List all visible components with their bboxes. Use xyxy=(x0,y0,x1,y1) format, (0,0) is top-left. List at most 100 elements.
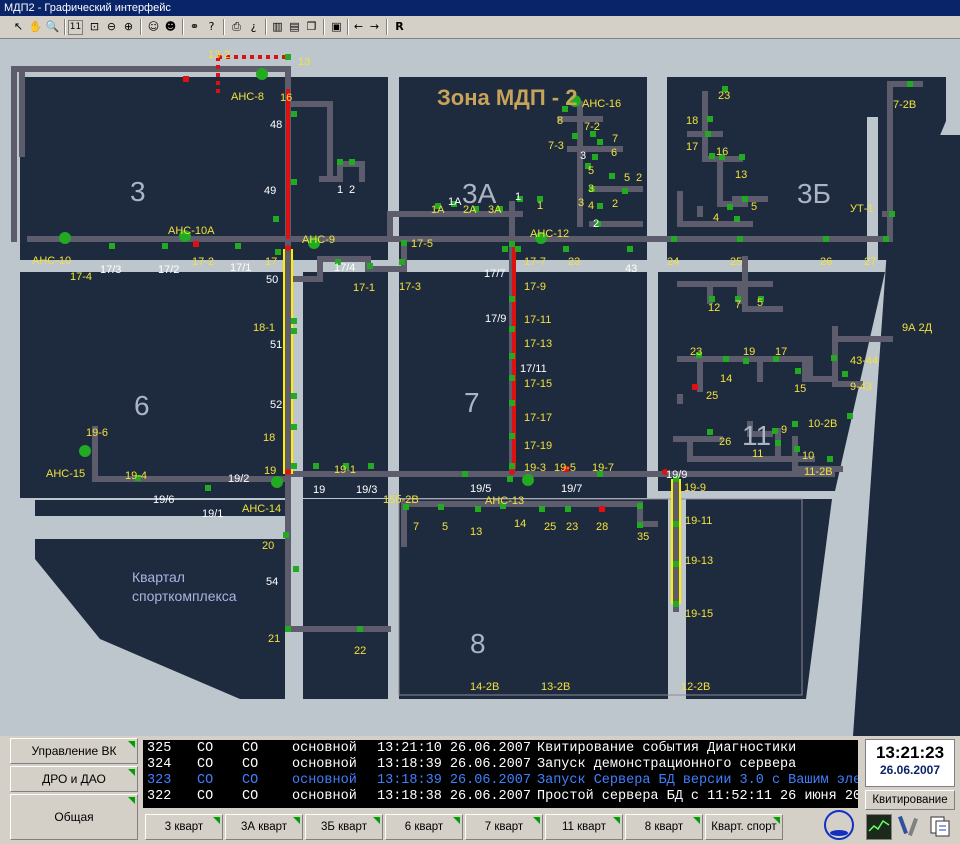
node-label: 17-2 xyxy=(192,256,214,268)
node-label: АНС-9 xyxy=(302,234,335,246)
zone-button-3[interactable]: 6 кварт xyxy=(385,814,463,840)
zoom-out-icon[interactable]: ⊖ xyxy=(103,18,120,35)
zone-button-label: 11 кварт xyxy=(562,821,606,833)
monitor-chart-icon[interactable] xyxy=(866,814,892,840)
node-label: 19-4 xyxy=(125,470,147,482)
pointer-icon[interactable]: ↖ xyxy=(10,18,27,35)
zone-button-4[interactable]: 7 кварт xyxy=(465,814,543,840)
binoculars-icon[interactable]: ⚭ xyxy=(186,18,203,35)
node-label: 23 xyxy=(568,256,580,268)
node-label: 5 xyxy=(624,172,630,184)
log-a: СО xyxy=(197,757,214,772)
layout-rows-icon[interactable]: ▤ xyxy=(286,18,303,35)
zone-button-1[interactable]: 3А кварт xyxy=(225,814,303,840)
clock-time: 13:21:23 xyxy=(875,743,945,762)
node-label: 1 xyxy=(537,200,543,212)
node-label: 17/7 xyxy=(484,268,505,280)
print-icon[interactable]: ⎙ xyxy=(228,18,245,35)
users-manage-icon[interactable]: ☻ xyxy=(162,18,179,35)
node-label: 15б-2В xyxy=(383,494,419,506)
node-label: 19 xyxy=(264,465,276,477)
log-time: 13:18:39 26.06.2007 xyxy=(377,757,531,772)
node-label: 17/2 xyxy=(158,264,179,276)
back-arrow-icon[interactable]: ← xyxy=(350,18,367,35)
node-label: 15 xyxy=(794,383,806,395)
nav-button-vk[interactable]: Управление ВК xyxy=(10,738,138,764)
quarter-label-3b: 3Б xyxy=(797,178,831,209)
node-label: 2 xyxy=(593,218,599,230)
node-label: 17-15 xyxy=(524,378,552,390)
quarter-label-11: 11 xyxy=(742,420,771,451)
log-type: основной xyxy=(292,757,357,772)
zone-button-7[interactable]: Кварт. спорт xyxy=(705,814,783,840)
zone-button-0[interactable]: 3 кварт xyxy=(145,814,223,840)
zone-button-5[interactable]: 11 кварт xyxy=(545,814,623,840)
log-msg: Запуск Сервера БД версии 3.0 с Вашим эле xyxy=(537,773,858,788)
toolbar: ↖ ✋ 🔍 11 ⊡ ⊖ ⊕ ☺ ☻ ⚭ ? ⎙ ¿ ▥ ▤ ❐ ▣ ← → R xyxy=(0,16,960,39)
node-label: 19-3 xyxy=(524,462,546,474)
quarter-label-6: 6 xyxy=(134,390,150,421)
node-label: 17-17 xyxy=(524,412,552,424)
node-label: 9 xyxy=(781,424,787,436)
node-label: 25 xyxy=(730,256,742,268)
quarter-label-3: 3 xyxy=(130,176,146,207)
node-label: 12-2В xyxy=(681,681,710,693)
users-icon[interactable]: ☺ xyxy=(145,18,162,35)
magnifier-icon[interactable]: 🔍 xyxy=(44,18,61,35)
log-msg: Запуск демонстрационного сервера xyxy=(537,757,797,772)
node-label: 7 xyxy=(735,299,741,311)
node-label: 7-2 xyxy=(584,121,600,133)
block-south-mid xyxy=(303,499,388,699)
zone-button-label: 8 кварт xyxy=(644,821,684,833)
log-type: основной xyxy=(292,789,357,804)
node-label: 18-1 xyxy=(253,322,275,334)
node-label: АНС-16 xyxy=(582,98,621,110)
zone-button-label: 3 кварт xyxy=(164,821,204,833)
layout-cascade-icon[interactable]: ❐ xyxy=(303,18,320,35)
zone-button-2[interactable]: 3Б кварт xyxy=(305,814,383,840)
refresh-button[interactable]: R xyxy=(391,18,408,35)
forward-arrow-icon[interactable]: → xyxy=(366,18,383,35)
acknowledge-button[interactable]: Квитирование xyxy=(865,790,955,810)
quarter-label-3a: 3А xyxy=(462,178,497,209)
zone-button-6[interactable]: 8 кварт xyxy=(625,814,703,840)
node-label: 7 xyxy=(612,133,618,145)
documents-icon[interactable] xyxy=(928,814,952,838)
node-label: 19/7 xyxy=(561,483,582,495)
network-schema[interactable]: 13-213АНС-8 164849 1 2АНС-10ААНС-9АНС-1017-… xyxy=(0,39,960,736)
node-label: 19/1 xyxy=(202,508,223,520)
node-label: 16 xyxy=(280,92,292,104)
quarter-label-7: 7 xyxy=(464,387,480,418)
node-label: 19-9 xyxy=(684,482,706,494)
info-icon[interactable]: ¿ xyxy=(245,18,262,35)
hint-icon[interactable]: ? xyxy=(203,18,220,35)
node-label: 1 xyxy=(337,184,343,196)
node-label: 5 xyxy=(757,297,763,309)
node-label: 18 xyxy=(686,115,698,127)
node-label: 19/2 xyxy=(228,473,249,485)
zone-button-label: 3А кварт xyxy=(240,821,288,833)
node-label: 26 xyxy=(719,436,731,448)
tools-icon[interactable] xyxy=(897,814,921,838)
monitor-icon[interactable]: ▣ xyxy=(328,18,345,35)
nav-button-dro[interactable]: ДРО и ДАО xyxy=(10,766,138,792)
node-label: 17/11 xyxy=(520,363,547,375)
node-label: 17/4 xyxy=(334,262,355,274)
event-log[interactable]: 325 СО СО основной 13:21:10 26.06.2007 Квитир… xyxy=(143,740,858,808)
zoom-fit-icon[interactable]: ⊡ xyxy=(86,18,103,35)
node-label: 7-3 xyxy=(548,140,564,152)
log-b: СО xyxy=(242,789,259,804)
node-label: 5 xyxy=(442,521,448,533)
node-label: 5 xyxy=(588,165,594,177)
node-label: 48 xyxy=(270,119,282,131)
hand-icon[interactable]: ✋ xyxy=(27,18,44,35)
nav-button-general[interactable]: Общая xyxy=(10,794,138,840)
layout-columns-icon[interactable]: ▥ xyxy=(269,18,286,35)
node-label: 52 xyxy=(270,399,282,411)
zoom-in-icon[interactable]: ⊕ xyxy=(120,18,137,35)
node-label: 23 xyxy=(718,90,730,102)
log-b: СО xyxy=(242,741,259,756)
zoom-level-button[interactable]: 11 xyxy=(68,20,83,35)
node-label: 1А xyxy=(448,196,462,208)
node-label: 19-7 xyxy=(592,462,614,474)
